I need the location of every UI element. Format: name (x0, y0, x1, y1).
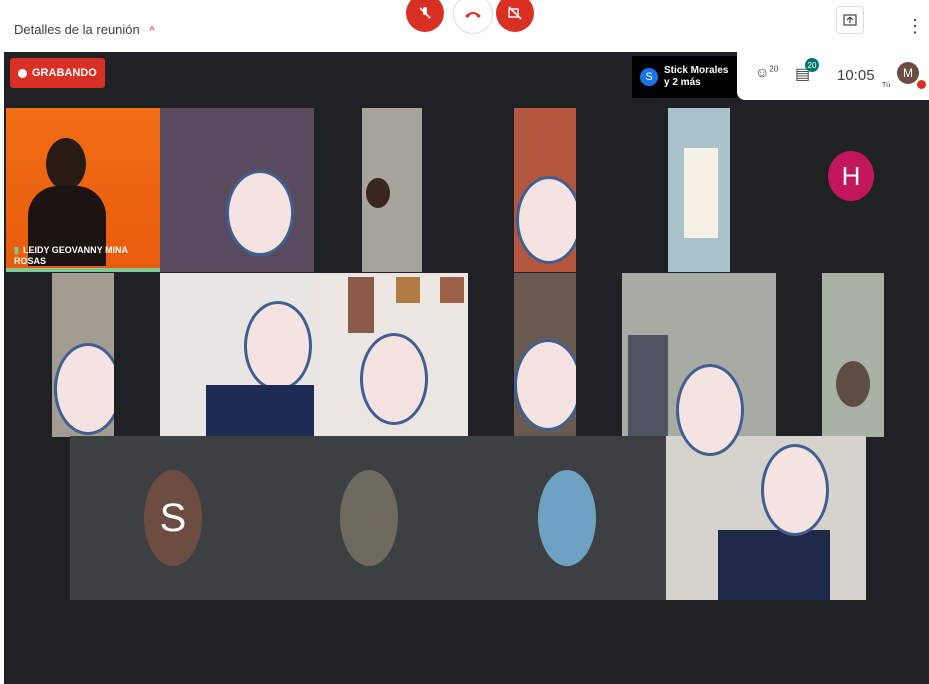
jacket (718, 530, 830, 600)
chevron-up-icon: ^ (149, 25, 155, 37)
present-now-button[interactable] (836, 6, 864, 34)
info-panel: ☺20 ▤ 20 10:05 Tú M (737, 52, 929, 100)
avatar-photo-2 (538, 470, 596, 566)
face (836, 361, 870, 407)
face-blur (54, 343, 114, 435)
camera-toggle-button[interactable] (496, 0, 534, 32)
frame-1 (348, 277, 374, 333)
people-button[interactable]: ☺20 (755, 64, 778, 80)
avatar-s: S (144, 470, 202, 566)
video-tile-9[interactable] (514, 273, 576, 437)
video-tile-5[interactable] (668, 108, 730, 272)
frame-3 (440, 277, 464, 303)
recording-label: GRABANDO (32, 67, 97, 79)
video-tile-12[interactable] (666, 436, 866, 600)
meeting-details-label: Detalles de la reunión (14, 22, 140, 37)
avatar-tile-row: S (70, 436, 666, 600)
meeting-details-button[interactable]: Detalles de la reunión ^ (14, 22, 155, 37)
leave-call-button[interactable] (453, 0, 493, 34)
call-end-icon (465, 12, 481, 18)
drawing-card (684, 148, 718, 238)
top-bar: Detalles de la reunión ^ ⋮ (0, 0, 929, 52)
recording-badge: GRABANDO (10, 58, 105, 88)
chat-count-badge: 20 (805, 58, 819, 72)
more-vert-icon: ⋮ (906, 16, 924, 36)
avatar-h: H (828, 151, 874, 201)
record-dot-icon (18, 68, 27, 78)
video-tile-4[interactable] (514, 108, 576, 272)
face-blur (244, 301, 312, 391)
active-speaker-bar (6, 268, 160, 272)
presenter-name: Stick Morales (664, 65, 729, 76)
video-tile-3[interactable] (362, 108, 422, 272)
self-avatar[interactable]: M (897, 62, 919, 84)
present-icon (843, 14, 857, 26)
audio-level-icon: ▮ (14, 245, 19, 255)
chat-button[interactable]: ▤ 20 (795, 58, 819, 84)
meeting-stage: GRABANDO S Stick Morales y 2 más ☺20 ▤ 2… (4, 52, 929, 684)
people-icon: ☺ (755, 64, 770, 80)
face-blur (516, 176, 576, 264)
video-tile-7[interactable] (160, 273, 314, 437)
videocam-off-icon (508, 6, 522, 20)
speaker-name-label: ▮ LEIDY GEOVANNY MINA ROSAS (14, 245, 128, 266)
video-tile-6[interactable] (52, 273, 114, 437)
mic-off-icon (419, 7, 431, 19)
avatar-photo-1 (340, 470, 398, 566)
video-tile-speaker[interactable]: ▮ LEIDY GEOVANNY MINA ROSAS (6, 108, 160, 272)
child-head (366, 178, 390, 208)
jacket (206, 385, 314, 437)
video-tile-2[interactable] (160, 108, 314, 272)
face-blur (761, 444, 829, 536)
face-blur (226, 170, 294, 256)
mic-toggle-button[interactable] (406, 0, 444, 32)
more-options-button[interactable]: ⋮ (906, 16, 924, 37)
presenter-others: y 2 más (664, 77, 701, 88)
face-blur (514, 339, 576, 431)
video-tile-11[interactable] (822, 273, 884, 437)
face-blur (360, 333, 428, 425)
frame-2 (396, 277, 420, 303)
self-mic-off-icon (917, 80, 926, 89)
video-tile-8[interactable] (314, 273, 468, 437)
clock-time: 10:05 (837, 67, 875, 84)
presenter-avatar: S (640, 68, 658, 86)
speaker-head (46, 138, 86, 190)
fridge (628, 335, 668, 437)
presenter-chip[interactable]: S Stick Morales y 2 más (632, 56, 750, 98)
you-label: Tú (882, 82, 891, 89)
face-blur (676, 364, 744, 456)
people-count: 20 (769, 64, 779, 74)
